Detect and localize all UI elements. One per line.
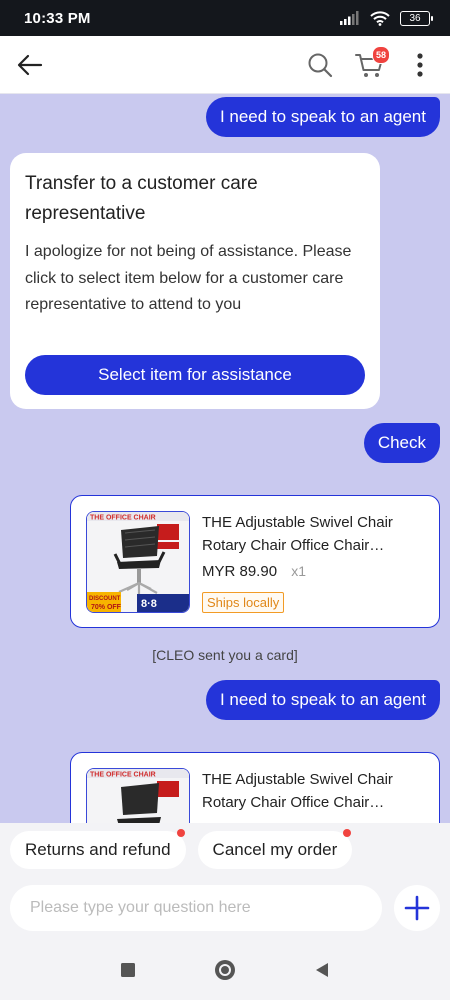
notification-dot (176, 828, 185, 837)
back-arrow-icon (17, 54, 43, 75)
transfer-card-title: Transfer to a customer care representati… (25, 173, 258, 224)
home-circle-icon (214, 960, 235, 980)
recents-square-icon (121, 963, 136, 977)
transfer-card-body: I apologize for not being of assistance.… (25, 243, 352, 313)
status-bar: 10:33 PM 36 (0, 0, 450, 36)
user-message: I need to speak to an agent (205, 680, 440, 720)
svg-text:DISCOUNT: DISCOUNT (89, 596, 121, 602)
svg-text:8·8: 8·8 (141, 598, 157, 610)
product-price: MYR 89.90 (202, 563, 278, 580)
system-note: [CLEO sent you a card] (152, 647, 298, 663)
svg-text:THE OFFICE CHAIR: THE OFFICE CHAIR (90, 772, 156, 779)
back-button[interactable] (14, 49, 46, 81)
quick-replies: Returns and refund Cancel my order (0, 823, 450, 876)
svg-text:70% OFF: 70% OFF (91, 604, 122, 611)
ships-locally-badge: Ships locally (202, 592, 285, 613)
message-input[interactable] (10, 885, 382, 931)
notification-dot (343, 828, 352, 837)
message-composer (0, 876, 450, 940)
search-button[interactable] (304, 49, 336, 81)
product-card[interactable]: THE OFFICE CHAIR DISCOUNT 70% OFF 8·8 TH… (70, 495, 440, 628)
back-triangle-icon (315, 963, 328, 977)
status-icons: 36 (340, 10, 433, 26)
chat-header: 58 (0, 36, 450, 94)
chat-messages[interactable]: I need to speak to an agent Transfer to … (0, 95, 450, 885)
product-quantity: x1 (291, 563, 307, 579)
user-message: I need to speak to an agent (205, 97, 440, 137)
user-message: Check (363, 423, 440, 463)
product-price-row: MYR 89.90 x1 (202, 563, 306, 580)
cart-badge: 58 (372, 45, 390, 64)
header-actions: 58 (304, 45, 436, 81)
svg-text:THE OFFICE CHAIR: THE OFFICE CHAIR (90, 515, 156, 522)
signal-icon (340, 11, 359, 25)
quick-reply-returns-refund[interactable]: Returns and refund (10, 828, 186, 869)
add-attachment-button[interactable] (394, 885, 440, 931)
chair-image: THE OFFICE CHAIR DISCOUNT 70% OFF 8·8 (87, 512, 189, 612)
wifi-icon (370, 10, 390, 26)
system-nav-bar (0, 940, 450, 1000)
recents-button[interactable] (113, 955, 143, 985)
quick-reply-cancel-order[interactable]: Cancel my order (197, 828, 353, 869)
more-options-button[interactable] (404, 49, 436, 81)
cart-button[interactable]: 58 (354, 45, 390, 81)
battery-icon: 36 (400, 10, 433, 26)
plus-icon (404, 895, 430, 921)
product-image: THE OFFICE CHAIR DISCOUNT 70% OFF 8·8 (86, 511, 190, 613)
search-icon (308, 53, 333, 77)
home-button[interactable] (210, 955, 240, 985)
nav-back-button[interactable] (307, 955, 337, 985)
transfer-card: Transfer to a customer care representati… (10, 153, 380, 409)
more-vert-icon (417, 52, 423, 77)
status-time: 10:33 PM (24, 9, 91, 27)
select-item-button[interactable]: Select item for assistance (25, 355, 365, 395)
product-name: THE Adjustable Swivel Chair Rotary Chair… (202, 514, 393, 554)
product-name: THE Adjustable Swivel Chair Rotary Chair… (202, 771, 393, 811)
